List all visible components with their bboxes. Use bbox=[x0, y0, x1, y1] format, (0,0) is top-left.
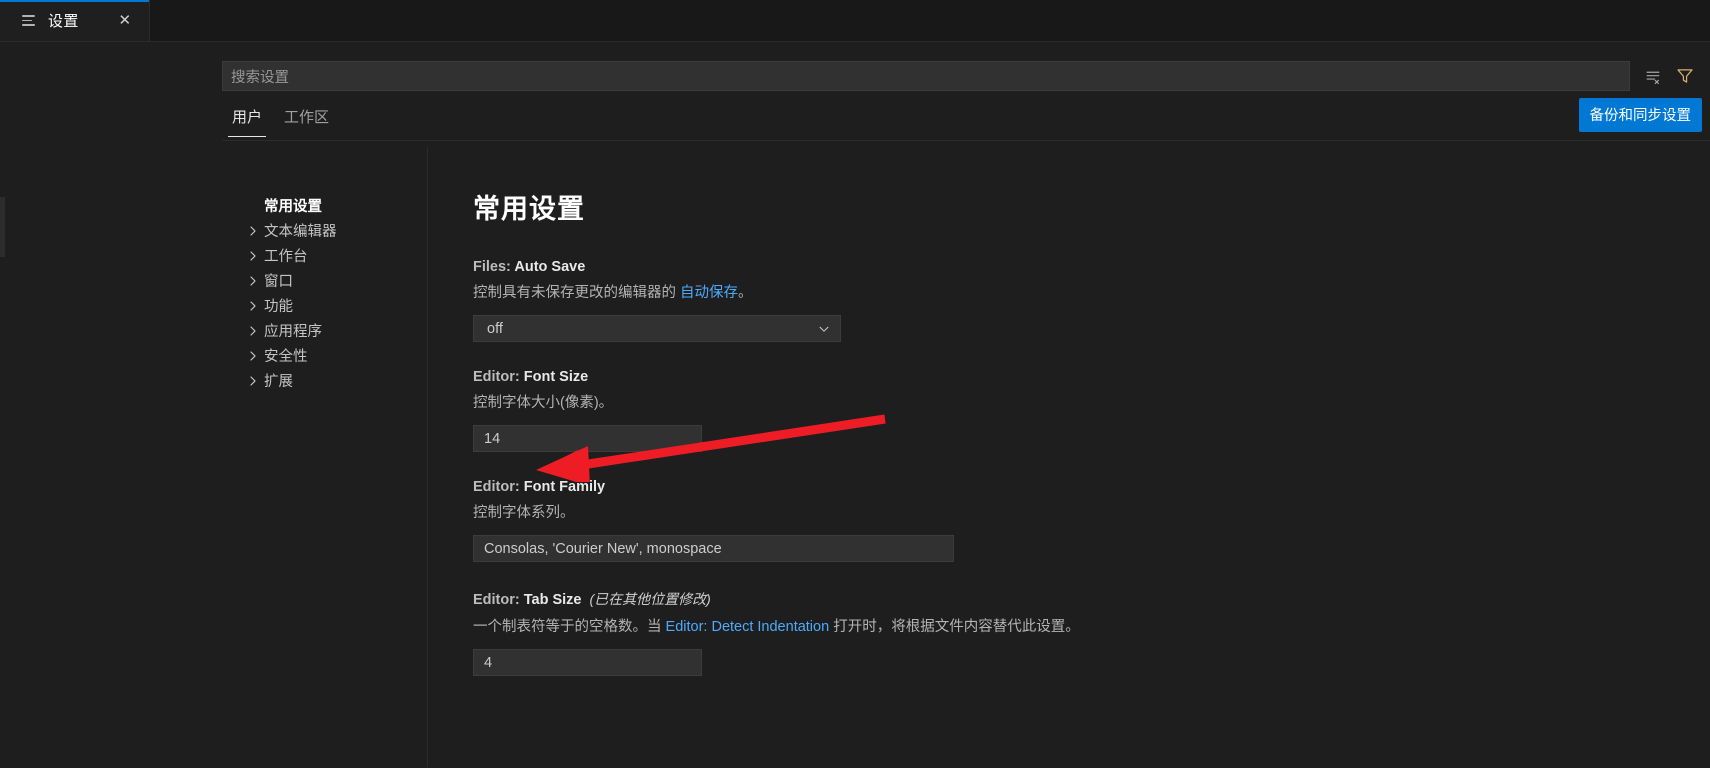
setting-category: Editor: bbox=[473, 592, 524, 609]
setting-modified-elsewhere-note: (已在其他位置修改) bbox=[589, 591, 711, 608]
chevron-right-icon bbox=[244, 275, 261, 287]
sidebar-item-label: 文本编辑器 bbox=[264, 224, 337, 240]
settings-scope-tabs: 用户 工作区 bbox=[228, 102, 333, 137]
setting-description-pre: 控制字体大小(像素)。 bbox=[473, 395, 614, 412]
files-auto-save-select[interactable]: off bbox=[473, 315, 841, 343]
settings-search-row: 搜索设置 bbox=[222, 61, 1704, 91]
setting-editor-font-size: Editor: Font Size 控制字体大小(像素)。 14 bbox=[473, 369, 1710, 453]
chevron-right-icon bbox=[244, 325, 261, 337]
left-edge-gutter bbox=[0, 42, 6, 768]
chevron-right-icon bbox=[244, 225, 261, 237]
setting-description: 控制字体大小(像素)。 bbox=[473, 393, 1710, 414]
auto-save-link[interactable]: 自动保存 bbox=[680, 285, 738, 301]
search-input-placeholder: 搜索设置 bbox=[231, 69, 289, 86]
setting-category: Editor: bbox=[473, 479, 524, 496]
sidebar-item-extensions[interactable]: 扩展 bbox=[222, 368, 427, 393]
tab-settings-label: 设置 bbox=[48, 13, 79, 30]
sidebar-item-label: 常用设置 bbox=[264, 199, 322, 215]
search-input[interactable]: 搜索设置 bbox=[222, 61, 1630, 91]
tab-workspace-settings[interactable]: 工作区 bbox=[280, 102, 333, 137]
sidebar-item-features[interactable]: 功能 bbox=[222, 293, 427, 318]
setting-name: Auto Save bbox=[514, 259, 586, 275]
setting-name: Font Family bbox=[523, 479, 606, 496]
setting-description-pre: 控制具有未保存更改的编辑器的 bbox=[473, 285, 681, 301]
tab-user-settings[interactable]: 用户 bbox=[228, 102, 267, 137]
setting-title: Editor: Font Size bbox=[473, 369, 1710, 385]
settings-editor-window: 设置 ✕ 搜索设置 用户 工作区 备份和同步设置 常用设置 文本编辑器 工作台 … bbox=[0, 0, 1710, 768]
editor-font-size-input[interactable]: 14 bbox=[473, 425, 702, 453]
setting-files-auto-save: Files: Auto Save 控制具有未保存更改的编辑器的 自动保存。 of… bbox=[473, 259, 1710, 343]
sidebar-item-label: 功能 bbox=[264, 299, 293, 315]
sidebar-item-security[interactable]: 安全性 bbox=[222, 343, 427, 368]
sidebar-item-label: 安全性 bbox=[264, 349, 308, 365]
setting-description-post: 。 bbox=[738, 285, 753, 301]
chevron-right-icon bbox=[244, 300, 261, 312]
page-title: 常用设置 bbox=[473, 194, 585, 224]
editor-font-family-value: Consolas, 'Courier New', monospace bbox=[484, 540, 722, 557]
tab-bar-empty-area bbox=[149, 0, 1710, 41]
setting-title: Editor: Font Family bbox=[473, 479, 1710, 495]
setting-name: Tab Size bbox=[523, 592, 582, 609]
setting-description-pre: 一个制表符等于的空格数。当 bbox=[473, 619, 666, 636]
setting-title: Editor: Tab Size (已在其他位置修改) bbox=[473, 589, 1710, 609]
settings-editor-body: 搜索设置 用户 工作区 备份和同步设置 常用设置 文本编辑器 工作台 窗口 功能… bbox=[0, 42, 1710, 768]
chevron-down-icon bbox=[817, 322, 831, 336]
editor-tab-bar: 设置 ✕ bbox=[0, 0, 1710, 42]
chevron-right-icon bbox=[244, 250, 261, 262]
editor-font-size-value: 14 bbox=[484, 430, 501, 447]
sidebar-item-application[interactable]: 应用程序 bbox=[222, 318, 427, 343]
setting-title: Files: Auto Save bbox=[473, 259, 1710, 275]
settings-table-of-contents: › 常用设置 文本编辑器 工作台 窗口 bbox=[222, 147, 428, 767]
tab-settings[interactable]: 设置 ✕ bbox=[0, 0, 150, 41]
chevron-right-icon bbox=[244, 350, 261, 362]
sidebar-item-label: 工作台 bbox=[264, 249, 308, 265]
settings-lines-icon bbox=[22, 12, 39, 29]
backup-and-sync-settings-button[interactable]: 备份和同步设置 bbox=[1578, 98, 1702, 132]
search-actions bbox=[1630, 65, 1704, 87]
setting-category: Files: bbox=[473, 259, 515, 275]
editor-tab-size-value: 4 bbox=[484, 654, 493, 671]
detect-indentation-link[interactable]: Editor: Detect Indentation bbox=[666, 619, 830, 635]
sidebar-item-window[interactable]: 窗口 bbox=[222, 268, 427, 293]
chevron-right-icon bbox=[244, 375, 261, 387]
sidebar-item-label: 应用程序 bbox=[264, 324, 322, 340]
setting-description: 一个制表符等于的空格数。当 Editor: Detect Indentation… bbox=[473, 617, 1710, 638]
activitybar-sliver bbox=[0, 197, 5, 257]
settings-list: 常用设置 Files: Auto Save 控制具有未保存更改的编辑器的 自动保… bbox=[428, 147, 1710, 768]
sidebar-item-label: 窗口 bbox=[264, 274, 293, 290]
sidebar-item-text-editor[interactable]: 文本编辑器 bbox=[222, 218, 427, 243]
setting-editor-tab-size: Editor: Tab Size (已在其他位置修改) 一个制表符等于的空格数。当… bbox=[473, 589, 1710, 677]
filter-funnel-icon[interactable] bbox=[1674, 65, 1696, 87]
files-auto-save-value: off bbox=[487, 320, 503, 337]
setting-category: Editor: bbox=[473, 369, 524, 386]
clear-settings-search-icon[interactable] bbox=[1642, 65, 1664, 87]
close-icon[interactable]: ✕ bbox=[114, 10, 136, 32]
header-divider bbox=[222, 140, 1710, 141]
editor-tab-size-input[interactable]: 4 bbox=[473, 649, 702, 677]
setting-editor-font-family: Editor: Font Family 控制字体系列。 Consolas, 'C… bbox=[473, 479, 1710, 563]
sidebar-item-commonly-used[interactable]: › 常用设置 bbox=[222, 193, 427, 218]
editor-font-family-input[interactable]: Consolas, 'Courier New', monospace bbox=[473, 535, 954, 563]
sidebar-item-workbench[interactable]: 工作台 bbox=[222, 243, 427, 268]
setting-description: 控制具有未保存更改的编辑器的 自动保存。 bbox=[473, 283, 1710, 304]
setting-description-pre: 控制字体系列。 bbox=[473, 505, 575, 522]
setting-name: Font Size bbox=[523, 369, 589, 386]
setting-description-post: 打开时，将根据文件内容替代此设置。 bbox=[829, 619, 1080, 636]
sidebar-item-label: 扩展 bbox=[264, 374, 293, 390]
setting-description: 控制字体系列。 bbox=[473, 503, 1710, 524]
